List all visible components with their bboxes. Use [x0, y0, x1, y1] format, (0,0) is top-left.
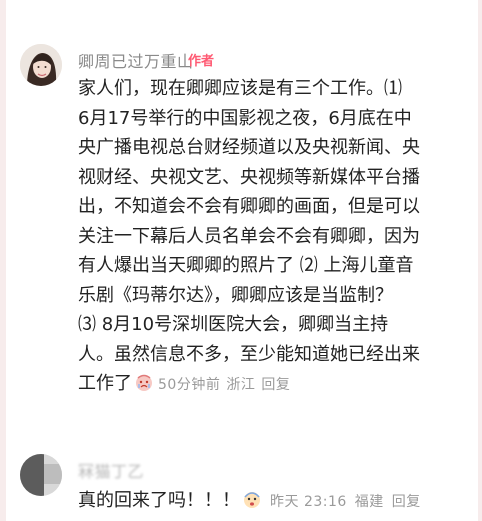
comment-location: 福建: [354, 494, 384, 510]
author-name[interactable]: 冧猫丁乙: [78, 458, 144, 482]
surprised-emoji-icon: [242, 489, 262, 509]
comment-line: 6月17号举行的中国影视之夜，6月底在中: [78, 107, 412, 129]
avatar-image-icon: [20, 454, 62, 496]
reply-button[interactable]: 回复: [261, 377, 290, 393]
comment-line: ⑶ 8月10号深圳医院大会，卿卿当主持: [78, 314, 389, 335]
comment-time: 昨天 23:16: [270, 494, 347, 510]
comment-line: 出，不知道会不会有卿卿的画面，但是可以: [78, 196, 420, 217]
comment-line: 关注一下幕后人员名单会不会有卿卿，因为: [78, 225, 420, 247]
comment-text: 家人们，现在卿卿应该是有三个工作。⑴ 6月17号举行的中国影视之夜，6月底在中 …: [78, 74, 470, 401]
reply-button[interactable]: 回复: [392, 494, 421, 510]
comment-line: 工作了: [78, 373, 132, 394]
comment-line: 家人们，现在卿卿应该是有三个工作。⑴: [78, 78, 402, 99]
avatar-image-icon: [20, 44, 62, 86]
comment-line: 人。虽然信息不多，至少能知道她已经出来: [78, 343, 420, 365]
comment-time: 50分钟前: [158, 377, 221, 393]
crying-emoji-icon: [134, 372, 154, 392]
comment-last-line: 工作了 50分钟前 浙江 回复: [78, 369, 470, 401]
avatar[interactable]: [20, 44, 62, 86]
author-name[interactable]: 卿周已过万重山: [78, 48, 194, 72]
comment-line: 视财经、央视文艺、央视频等新媒体平台播: [78, 166, 420, 188]
author-badge: 作者: [188, 54, 215, 69]
comment-location: 浙江: [226, 377, 256, 393]
comment-text: 真的回来了吗！！！ 昨天 23:16 福建 回复: [78, 486, 421, 512]
comment-card: 卿周已过万重山 作者 家人们，现在卿卿应该是有三个工作。⑴ 6月17号举行的中国…: [6, 0, 478, 521]
comment-body: 真的回来了吗！！！: [78, 490, 240, 511]
comment-line: 有人爆出当天卿卿的照片了 ⑵ 上海儿童音: [78, 255, 414, 276]
comment-line: 乐剧《玛蒂尔达》，卿卿应该是当监制？: [78, 284, 393, 306]
avatar[interactable]: [20, 454, 62, 496]
comment-line: 央广播电视总台财经频道以及央视新闻、央: [78, 137, 420, 158]
